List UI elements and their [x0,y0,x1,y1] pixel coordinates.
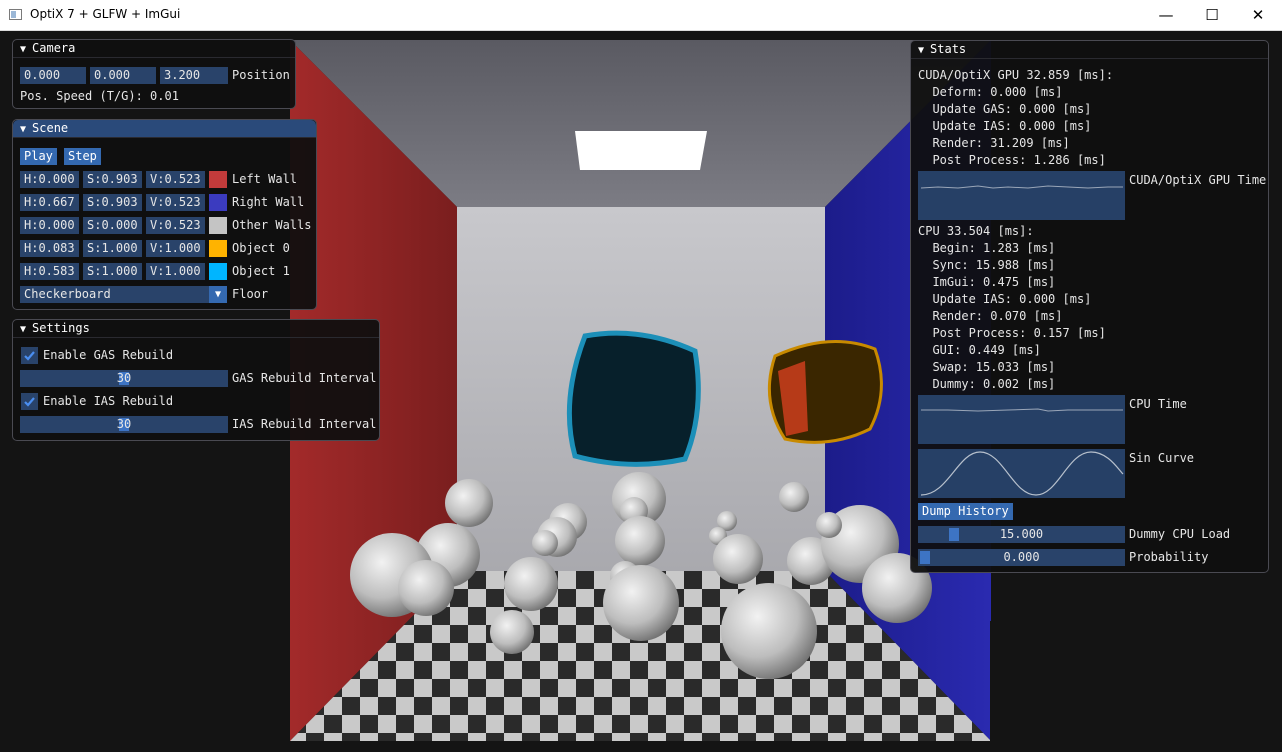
floor-label: Floor [232,287,269,301]
stat-line: Update IAS: 0.000 [ms] [918,119,1092,133]
pos-speed-text: Pos. Speed (T/G): 0.01 [20,89,179,103]
ias-rebuild-interval-slider[interactable]: 30 [20,416,228,433]
dump-history-button[interactable]: Dump History [918,503,1013,520]
color-label: Object 1 [232,264,290,278]
gas-rebuild-interval-label: GAS Rebuild Interval [232,371,377,385]
dummy-cpu-load-label: Dummy CPU Load [1129,527,1231,541]
gpu-time-plot[interactable] [918,171,1125,220]
probability-label: Probability [1129,550,1209,564]
position-z-input[interactable]: 3.200 [160,67,228,84]
settings-header[interactable]: ▼ Settings [13,320,379,338]
h-input[interactable]: H:0.667 [20,194,79,211]
stat-line: Render: 31.209 [ms] [918,136,1070,150]
camera-window: ▼ Camera 0.000 0.000 3.200 Position Pos. … [12,39,296,109]
cpu-time-plot-label: CPU Time [1129,397,1187,411]
stat-line: Render: 0.070 [ms] [918,309,1063,323]
stats-header[interactable]: ▼ Stats [911,41,1268,59]
color-swatch[interactable] [209,194,227,211]
ias-rebuild-label: Enable IAS Rebuild [43,394,174,408]
stat-line: GUI: 0.449 [ms] [918,343,1041,357]
v-input[interactable]: V:0.523 [146,217,205,234]
s-input[interactable]: S:0.903 [83,194,142,211]
s-input[interactable]: S:0.000 [83,217,142,234]
cpu-time-plot[interactable] [918,395,1125,444]
window-title: OptiX 7 + GLFW + ImGui [30,7,181,21]
collapse-arrow-icon[interactable]: ▼ [20,321,26,338]
ias-rebuild-interval-label: IAS Rebuild Interval [232,417,377,431]
stat-line: Post Process: 1.286 [ms] [918,153,1106,167]
color-label: Left Wall [232,172,298,186]
close-button[interactable]: ✕ [1235,0,1281,30]
h-input[interactable]: H:0.083 [20,240,79,257]
stat-line: ImGui: 0.475 [ms] [918,275,1056,289]
sin-curve-plot[interactable] [918,449,1125,498]
stats-window: ▼ Stats CUDA/OptiX GPU 32.859 [ms]: Defor… [910,40,1269,573]
v-input[interactable]: V:0.523 [146,194,205,211]
h-input[interactable]: H:0.000 [20,217,79,234]
ceiling-light [575,131,707,170]
probability-slider[interactable]: 0.000 [918,549,1125,566]
stat-line: Dummy: 0.002 [ms] [918,377,1056,391]
settings-window: ▼ Settings Enable GAS Rebuild 30 GAS Rebu… [12,319,380,441]
collapse-arrow-icon[interactable]: ▼ [918,42,924,59]
s-input[interactable]: S:0.903 [83,171,142,188]
step-button[interactable]: Step [64,148,101,165]
gpu-time-plot-label: CUDA/OptiX GPU Time [1129,173,1267,187]
gas-rebuild-label: Enable GAS Rebuild [43,348,174,362]
color-swatch[interactable] [209,217,227,234]
s-input[interactable]: S:1.000 [83,240,142,257]
object-1-glass [566,330,701,467]
checkmark-icon [24,351,35,361]
maximize-button[interactable]: ☐ [1189,0,1235,30]
collapse-arrow-icon[interactable]: ▼ [20,41,26,58]
h-input[interactable]: H:0.000 [20,171,79,188]
gas-rebuild-interval-slider[interactable]: 30 [20,370,228,387]
stat-line: Post Process: 0.157 [ms] [918,326,1106,340]
camera-header[interactable]: ▼ Camera [13,40,295,58]
scene-header[interactable]: ▼ Scene [13,120,316,138]
color-swatch[interactable] [209,171,227,188]
play-button[interactable]: Play [20,148,57,165]
gas-rebuild-checkbox[interactable] [21,347,38,364]
position-label: Position [232,68,290,82]
stat-line: Update IAS: 0.000 [ms] [918,292,1092,306]
color-label: Right Wall [232,195,305,209]
v-input[interactable]: V:1.000 [146,240,205,257]
dropdown-arrow-icon[interactable]: ▼ [209,286,227,303]
stat-line: CPU 33.504 [ms]: [918,224,1034,238]
position-x-input[interactable]: 0.000 [20,67,86,84]
v-input[interactable]: V:1.000 [146,263,205,280]
stat-line: Swap: 15.033 [ms] [918,360,1056,374]
stat-line: Update GAS: 0.000 [ms] [918,102,1092,116]
stat-line: Begin: 1.283 [ms] [918,241,1056,255]
title-bar: OptiX 7 + GLFW + ImGui — ☐ ✕ [0,0,1282,31]
scene-window: ▼ Scene Play Step H:0.000 S:0.903 V:0.523 Le… [12,119,317,310]
color-label: Object 0 [232,241,290,255]
color-label: Other Walls [232,218,312,232]
sin-curve-plot-label: Sin Curve [1129,451,1195,465]
stat-line: Deform: 0.000 [ms] [918,85,1063,99]
color-swatch[interactable] [209,240,227,257]
v-input[interactable]: V:0.523 [146,171,205,188]
stat-line: Sync: 15.988 [ms] [918,258,1056,272]
checkmark-icon [24,397,35,407]
position-y-input[interactable]: 0.000 [90,67,156,84]
minimize-button[interactable]: — [1143,0,1189,30]
dummy-cpu-load-slider[interactable]: 15.000 [918,526,1125,543]
h-input[interactable]: H:0.583 [20,263,79,280]
color-swatch[interactable] [209,263,227,280]
ias-rebuild-checkbox[interactable] [21,393,38,410]
floor-select[interactable]: Checkerboard [20,286,209,303]
collapse-arrow-icon[interactable]: ▼ [20,121,26,138]
s-input[interactable]: S:1.000 [83,263,142,280]
app-icon [9,9,22,20]
stat-line: CUDA/OptiX GPU 32.859 [ms]: [918,68,1114,82]
